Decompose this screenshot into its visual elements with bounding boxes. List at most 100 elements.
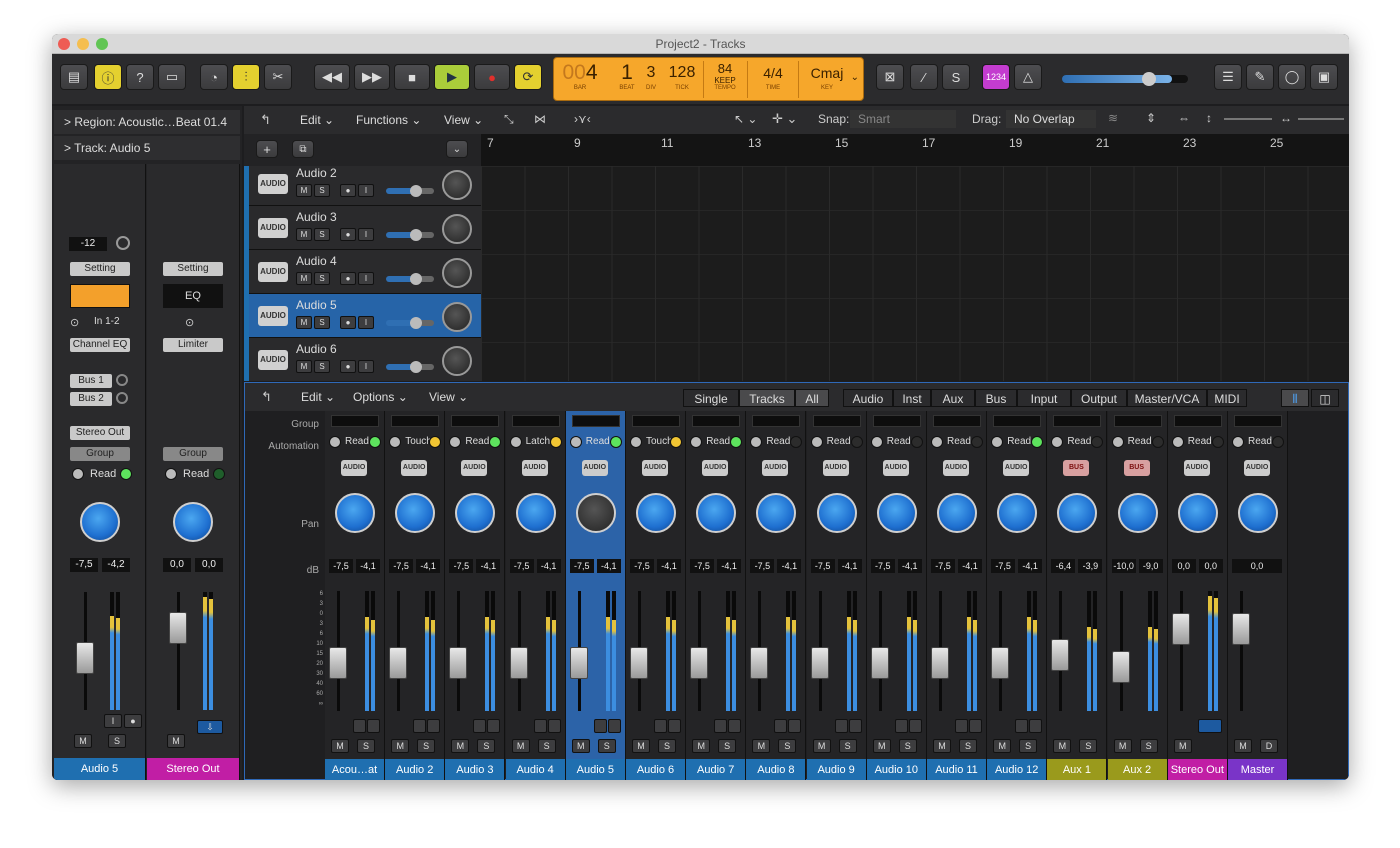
output-setting-button[interactable]: Setting xyxy=(163,262,223,276)
pan-knob[interactable] xyxy=(1177,493,1218,533)
volume-fader[interactable] xyxy=(509,647,528,679)
pan-knob[interactable] xyxy=(696,493,737,533)
view-tab-all[interactable]: All xyxy=(795,389,829,407)
pan-knob[interactable] xyxy=(1057,493,1098,533)
channel-group-slot[interactable] xyxy=(1173,415,1222,427)
lcd-chevron-down-icon[interactable]: ⌄ xyxy=(851,72,859,83)
filter-tab-midi[interactable]: MIDI xyxy=(1207,389,1247,407)
track-solo-button[interactable]: S xyxy=(314,360,330,373)
output-volume-fader[interactable] xyxy=(169,612,187,644)
channel-group-slot[interactable] xyxy=(692,415,741,427)
automation-mode[interactable]: Read xyxy=(887,436,911,447)
track-volume-slider[interactable] xyxy=(386,185,434,197)
input-monitor-button[interactable] xyxy=(774,719,788,733)
output-group-button[interactable]: Group xyxy=(163,447,223,461)
group-button[interactable]: Group xyxy=(70,447,130,461)
snap-dropdown[interactable]: Smart xyxy=(850,110,956,128)
channel-name[interactable]: Audio 10 xyxy=(866,759,927,780)
automation-mode[interactable]: Touch xyxy=(405,436,432,447)
automation-power-button[interactable] xyxy=(630,436,642,448)
automation-mode[interactable]: Read xyxy=(1128,436,1152,447)
track-record-button[interactable]: ● xyxy=(340,184,356,197)
track-pan-knob[interactable] xyxy=(442,346,472,376)
automation-power-button[interactable] xyxy=(1171,436,1184,448)
channel-name[interactable]: Audio 5 xyxy=(565,759,626,780)
channel-group-slot[interactable] xyxy=(1053,415,1102,427)
input-monitor-button[interactable] xyxy=(955,719,968,733)
quick-help-icon[interactable]: ? xyxy=(126,64,154,90)
automation-power-button[interactable] xyxy=(750,436,763,448)
limiter-plugin[interactable]: Limiter xyxy=(163,338,223,352)
output-pan-knob[interactable] xyxy=(173,502,213,542)
input-monitor-button[interactable]: I xyxy=(104,714,122,728)
mixer-options-menu[interactable]: Options ⌄ xyxy=(345,387,419,407)
track-volume-slider[interactable] xyxy=(386,273,434,285)
volume-fader[interactable] xyxy=(1111,651,1130,683)
pan-knob[interactable] xyxy=(876,493,917,533)
list-editors-icon[interactable]: ☰ xyxy=(1214,64,1242,90)
volume-fader[interactable] xyxy=(810,647,829,679)
output-automation-power[interactable] xyxy=(165,468,177,480)
record-enable-button[interactable]: ● xyxy=(124,714,142,728)
automation-mode[interactable]: Read xyxy=(465,436,489,447)
filter-tab-audio[interactable]: Audio xyxy=(843,389,893,407)
send-bus-1[interactable]: Bus 1 xyxy=(70,374,112,388)
channel-group-slot[interactable] xyxy=(933,415,981,427)
automation-power-button[interactable] xyxy=(690,436,703,448)
filter-tab-input[interactable]: Input xyxy=(1017,389,1071,407)
automation-mode[interactable]: Read xyxy=(706,436,730,447)
channel-button-s[interactable]: S xyxy=(357,739,375,753)
pencil-tool-icon[interactable]: ✛ ⌄ xyxy=(772,111,797,127)
pointer-tool-icon[interactable]: ↖ ⌄ xyxy=(734,112,757,126)
track-solo-button[interactable]: S xyxy=(314,184,330,197)
vertical-zoom-slider[interactable] xyxy=(1224,118,1272,120)
volume-fader[interactable] xyxy=(449,647,468,679)
channel-name[interactable]: Audio 3 xyxy=(445,759,506,780)
channel-button-m[interactable]: M xyxy=(812,739,831,753)
channel-button-m[interactable]: M xyxy=(451,739,470,753)
channel-name[interactable]: Audio 6 xyxy=(626,759,686,780)
track-header[interactable]: AUDIO Audio 3 M S ● I xyxy=(244,206,481,250)
volume-fader[interactable] xyxy=(1232,613,1250,645)
track-pan-knob[interactable] xyxy=(442,170,472,200)
bounce-icon[interactable]: ⇩ xyxy=(197,720,223,734)
pan-knob[interactable] xyxy=(395,493,436,533)
automation-power-button[interactable] xyxy=(931,436,943,448)
output-automation-mode[interactable]: Read xyxy=(183,468,209,480)
vertical-zoom-icon[interactable]: ↕ xyxy=(1206,111,1212,125)
automation-power-button[interactable] xyxy=(991,436,1004,448)
track-mute-button[interactable]: M xyxy=(296,360,312,373)
filter-tab-output[interactable]: Output xyxy=(1071,389,1127,407)
track-record-button[interactable]: ● xyxy=(340,272,356,285)
volume-fader[interactable] xyxy=(1051,639,1070,671)
stop-icon[interactable]: ■ xyxy=(394,64,430,90)
input-monitor-button[interactable] xyxy=(473,719,487,733)
track-mute-button[interactable]: M xyxy=(296,316,312,329)
channel-name[interactable]: Aux 2 xyxy=(1107,759,1168,780)
cycle-icon[interactable]: ⟳ xyxy=(514,64,542,90)
record-enable-button[interactable] xyxy=(908,719,922,733)
channel-group-slot[interactable] xyxy=(1113,415,1162,427)
channel-button-s[interactable]: S xyxy=(1019,739,1038,753)
input-monitor-button[interactable] xyxy=(1015,719,1029,733)
channel-group-slot[interactable] xyxy=(511,415,560,427)
arrange-grid[interactable] xyxy=(481,166,1349,381)
channel-eq-plugin[interactable]: Channel EQ xyxy=(70,338,130,352)
input-monitor-button[interactable] xyxy=(413,719,427,733)
input-monitor-button[interactable] xyxy=(654,719,667,733)
automation-power-button[interactable] xyxy=(870,436,883,448)
input-monitor-button[interactable] xyxy=(714,719,728,733)
record-enable-button[interactable] xyxy=(969,719,982,733)
track-pan-knob[interactable] xyxy=(442,258,472,288)
horizontal-zoom-icon[interactable]: ↔ xyxy=(1280,111,1292,125)
rewind-icon[interactable]: ◀◀ xyxy=(314,64,350,90)
library-icon[interactable]: ▤ xyxy=(60,64,88,90)
track-name[interactable]: Audio 2 xyxy=(296,166,337,180)
automation-power-button[interactable] xyxy=(1232,436,1244,448)
channel-button-s[interactable]: S xyxy=(658,739,676,753)
volume-fader[interactable] xyxy=(76,642,94,674)
gain-value[interactable]: -12 xyxy=(69,237,107,251)
waveform-zoom-icon[interactable]: ≋ xyxy=(1108,111,1118,125)
lcd-display[interactable]: 004 BAR 1 BEAT 3 DIV 128 TICK 84 KEEP TEMPO 4/… xyxy=(553,57,864,101)
edit-menu[interactable]: Edit ⌄ xyxy=(292,110,348,130)
